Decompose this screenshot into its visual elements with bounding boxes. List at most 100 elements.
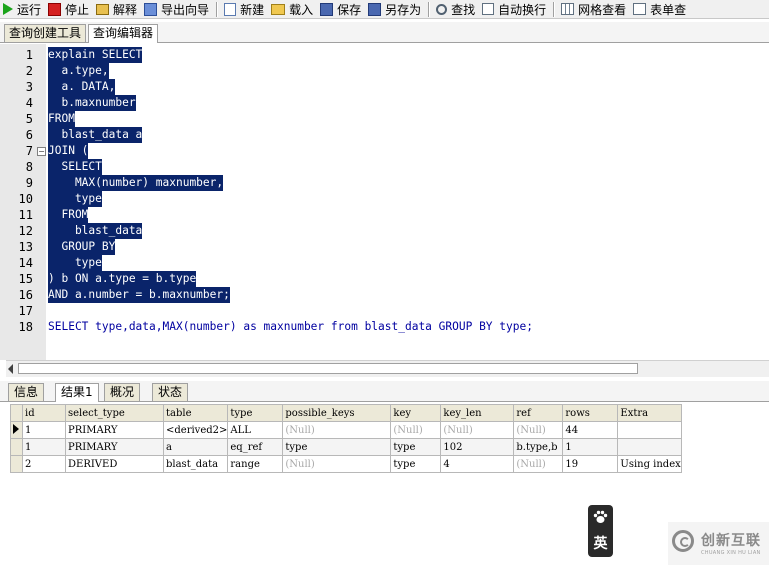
table-cell[interactable]: (Null) (513, 421, 564, 439)
save-as-button[interactable]: 另存为 (365, 0, 425, 18)
tab-query-editor[interactable]: 查询编辑器 (88, 24, 159, 43)
cell-value: 1 (25, 441, 32, 453)
table-cell[interactable]: 19 (562, 455, 619, 473)
code-line: 6 blast_data a (0, 127, 769, 143)
find-icon (436, 3, 448, 15)
scrollbar-thumb[interactable] (18, 363, 638, 374)
cell-value: 19 (565, 458, 579, 470)
word-wrap-button[interactable]: 自动换行 (479, 0, 550, 18)
table-cell[interactable]: (Null) (513, 455, 564, 473)
new-button[interactable]: 新建 (221, 0, 268, 18)
column-header[interactable]: ref (513, 404, 564, 422)
table-cell[interactable]: type (282, 438, 392, 456)
table-row[interactable]: 2 DERIVED blast_data range (Null) type 4 (Null)… (10, 455, 682, 473)
find-button[interactable]: 查找 (433, 0, 479, 18)
table-cell[interactable]: eq_ref (227, 438, 284, 456)
table-cell[interactable]: 102 (440, 438, 515, 456)
code-text: type (48, 255, 102, 271)
row-indicator[interactable] (10, 421, 23, 439)
line-number: 9 (25, 176, 33, 190)
table-cell[interactable]: (Null) (390, 421, 442, 439)
table-cell[interactable] (617, 438, 682, 456)
toolbar-separator (553, 1, 556, 17)
cell-value: type (285, 441, 308, 453)
run-icon (3, 3, 13, 15)
table-row[interactable]: 1 PRIMARY <derived2> ALL (Null) (Null) (Null) (… (10, 421, 682, 439)
line-number: 1 (25, 48, 33, 62)
new-icon (224, 2, 237, 16)
scroll-left-arrow-icon[interactable] (8, 364, 13, 374)
column-header[interactable]: possible_keys (282, 404, 392, 422)
row-indicator[interactable] (10, 438, 23, 456)
table-cell[interactable]: 1 (22, 438, 66, 456)
editor-horizontal-scrollbar[interactable] (6, 360, 769, 377)
code-text: explain SELECT (48, 47, 143, 63)
column-header[interactable]: id (22, 404, 66, 422)
column-header[interactable]: key (390, 404, 442, 422)
column-header[interactable]: rows (562, 404, 619, 422)
new-label: 新建 (240, 2, 265, 17)
table-cell[interactable]: 1 (562, 438, 619, 456)
table-cell[interactable] (617, 421, 682, 439)
column-header[interactable]: Extra (617, 404, 682, 422)
code-line: 18 SELECT type,data,MAX(number) as maxnum… (0, 319, 769, 335)
grid-view-button[interactable]: 网格查看 (558, 0, 630, 18)
cell-value: (Null) (285, 458, 315, 470)
query-editor[interactable]: 1 explain SELECT 2 a.type, 3 a. DATA, 4 b.ma… (0, 44, 769, 360)
table-cell[interactable]: <derived2> (162, 421, 229, 439)
column-header[interactable]: key_len (440, 404, 515, 422)
code-text: ) b ON a.type = b.type (48, 271, 197, 287)
save-button[interactable]: 保存 (317, 0, 365, 18)
table-cell[interactable]: range (227, 455, 284, 473)
table-cell[interactable]: a (162, 438, 229, 456)
save-as-icon (368, 2, 382, 16)
table-cell[interactable]: type (390, 455, 442, 473)
table-cell[interactable]: 2 (22, 455, 66, 473)
export-wizard-button[interactable]: 导出向导 (141, 0, 213, 18)
table-cell[interactable]: ALL (227, 421, 284, 439)
form-view-button[interactable]: 表单查 (630, 0, 690, 18)
table-cell[interactable]: (Null) (440, 421, 515, 439)
cell-value: range (230, 458, 260, 470)
table-cell[interactable]: DERIVED (65, 455, 164, 473)
explain-button[interactable]: 解释 (93, 0, 141, 18)
table-cell[interactable]: (Null) (282, 421, 392, 439)
table-cell[interactable]: PRIMARY (65, 438, 164, 456)
table-cell[interactable]: (Null) (282, 455, 392, 473)
stop-icon (48, 2, 62, 16)
column-header[interactable]: select_type (65, 404, 164, 422)
load-label: 载入 (289, 2, 314, 17)
tab-status[interactable]: 状态 (152, 383, 189, 401)
tab-profile[interactable]: 概况 (104, 383, 141, 401)
code-text: FROM (48, 207, 89, 223)
table-cell[interactable]: blast_data (162, 455, 229, 473)
row-indicator[interactable] (10, 455, 23, 473)
line-number: 13 (18, 240, 33, 254)
table-row[interactable]: 1 PRIMARY a eq_ref type type 102 b.type,b 1 (10, 438, 682, 456)
grid-view-label: 网格查看 (578, 2, 627, 17)
table-cell[interactable]: b.type,b (513, 438, 564, 456)
save-as-label: 另存为 (385, 2, 422, 17)
find-label: 查找 (451, 2, 476, 17)
table-cell[interactable]: Using index (617, 455, 682, 473)
tab-query-builder[interactable]: 查询创建工具 (4, 24, 87, 42)
column-header[interactable]: table (162, 404, 229, 422)
line-number: 16 (18, 288, 33, 302)
tab-result1[interactable]: 结果1 (55, 383, 99, 402)
stop-button[interactable]: 停止 (45, 0, 93, 18)
ime-indicator[interactable]: 英 (588, 505, 613, 557)
save-icon (320, 2, 334, 16)
fold-toggle-icon[interactable]: − (37, 147, 46, 156)
table-cell[interactable]: 1 (22, 421, 66, 439)
load-button[interactable]: 载入 (268, 0, 317, 18)
line-number: 4 (25, 96, 33, 110)
editor-tab-bar: 查询创建工具 查询编辑器 (0, 22, 769, 43)
table-cell[interactable]: 4 (440, 455, 515, 473)
table-cell[interactable]: 44 (562, 421, 619, 439)
table-cell[interactable]: PRIMARY (65, 421, 164, 439)
tab-info[interactable]: 信息 (8, 383, 45, 401)
column-header[interactable]: type (227, 404, 284, 422)
table-cell[interactable]: type (390, 438, 442, 456)
cell-value: <derived2> (166, 424, 228, 436)
run-button[interactable]: 运行 (0, 0, 45, 18)
